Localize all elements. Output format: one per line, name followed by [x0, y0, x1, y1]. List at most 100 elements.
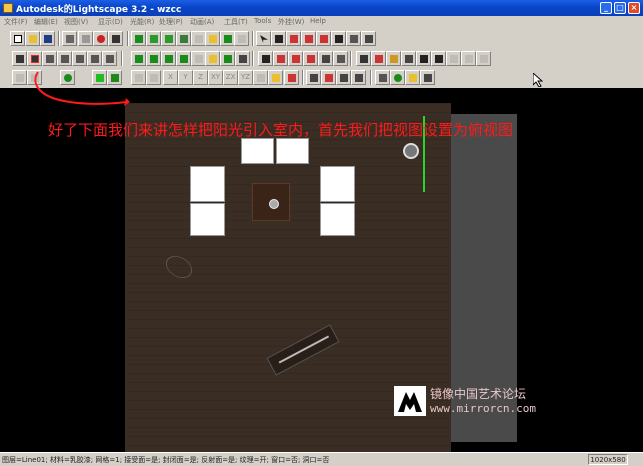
axis-x-button[interactable]: X: [163, 70, 178, 85]
wire-green-button[interactable]: [131, 51, 146, 66]
move-button[interactable]: [131, 70, 146, 85]
select-button[interactable]: [256, 31, 271, 46]
lamp-tool-button[interactable]: [420, 70, 435, 85]
layer-button[interactable]: [131, 31, 146, 46]
menu-bar: 文件(F) 编辑(E) 视图(V) 显示(D) 光能(R) 处理(P) 动画(A…: [0, 16, 643, 28]
material-button[interactable]: [146, 31, 161, 46]
menu-tools-en[interactable]: Tools: [254, 17, 271, 25]
plane-xy-button[interactable]: XY: [208, 70, 223, 85]
zoom-mark-button[interactable]: [333, 51, 348, 66]
view-perspective-button[interactable]: [12, 51, 27, 66]
plane-zx-button[interactable]: ZX: [223, 70, 238, 85]
disabled-a-button[interactable]: [234, 31, 249, 46]
menu-animation[interactable]: 动画(A): [190, 17, 214, 27]
menu-process[interactable]: 处理(P): [159, 17, 183, 27]
light-tool-button[interactable]: [321, 70, 336, 85]
pencil-button[interactable]: [176, 31, 191, 46]
mouse-cursor-icon: [533, 73, 543, 87]
plane-yz-button[interactable]: YZ: [238, 70, 253, 85]
view-top-button[interactable]: [27, 51, 42, 66]
view-left-button[interactable]: [72, 51, 87, 66]
view-button[interactable]: [220, 31, 235, 46]
view-back-button[interactable]: [102, 51, 117, 66]
status-bar: 图层=Line01; 材料=乳胶漆; 网格=1; 接受面=是; 封闭面=是; 反…: [0, 452, 643, 466]
zoom-lines-button[interactable]: [318, 51, 333, 66]
menu-display[interactable]: 显示(D): [98, 17, 123, 27]
app-icon: [3, 3, 13, 13]
red-arrow-annotation: [34, 71, 130, 106]
maximize-button[interactable]: □: [614, 2, 626, 14]
tool-y-button[interactable]: [386, 51, 401, 66]
select-mode-button[interactable]: [316, 31, 331, 46]
new-file-button[interactable]: [10, 31, 25, 46]
tool-remove-button[interactable]: [431, 51, 446, 66]
layers-tool-button[interactable]: [375, 70, 390, 85]
zoom-region-button[interactable]: [303, 51, 318, 66]
cut-button[interactable]: [62, 31, 77, 46]
menu-help[interactable]: Help: [310, 17, 326, 25]
tool-add-button[interactable]: [416, 51, 431, 66]
menu-tools[interactable]: 工具(T): [224, 17, 248, 27]
deselect-button[interactable]: [346, 31, 361, 46]
map-button[interactable]: [405, 70, 420, 85]
context-help-button[interactable]: [108, 31, 123, 46]
menu-file[interactable]: 文件(F): [4, 17, 28, 27]
render-button[interactable]: [220, 51, 235, 66]
wire-green3-button[interactable]: [161, 51, 176, 66]
disabled-c-button[interactable]: [446, 51, 461, 66]
menu-radiosity[interactable]: 光能(R): [130, 17, 154, 27]
eyedropper-button[interactable]: [284, 70, 299, 85]
disabled-b-button[interactable]: [191, 51, 206, 66]
save-button[interactable]: [40, 31, 55, 46]
window-title: Autodesk的Lightscape 3.2 - wzcc: [16, 5, 182, 15]
select-all-button[interactable]: [331, 31, 346, 46]
minimize-button[interactable]: _: [600, 2, 612, 14]
disabled-d-button[interactable]: [461, 51, 476, 66]
wire-green2-button[interactable]: [146, 51, 161, 66]
select-plus-button[interactable]: [271, 31, 286, 46]
block-button[interactable]: [161, 31, 176, 46]
paint-button[interactable]: [268, 70, 283, 85]
menu-plugins[interactable]: 外挂(W): [278, 17, 304, 27]
window-panel-3: [190, 166, 225, 202]
select-window-button[interactable]: [286, 31, 301, 46]
snap-button[interactable]: [253, 70, 268, 85]
view-front-button[interactable]: [42, 51, 57, 66]
tool-x-button[interactable]: [356, 51, 371, 66]
view-right-button[interactable]: [87, 51, 102, 66]
select-region-button[interactable]: [301, 31, 316, 46]
tutorial-overlay-text: 好了下面我们来讲怎样把阳光引入室内，首先我们把视图设置为俯视图: [48, 121, 514, 139]
pointer-red-button[interactable]: [273, 51, 288, 66]
tool-z-button[interactable]: [401, 51, 416, 66]
zoom-window-button[interactable]: [288, 51, 303, 66]
close-button[interactable]: ×: [628, 2, 640, 14]
open-button[interactable]: [25, 31, 40, 46]
camera-tool-button[interactable]: [351, 70, 366, 85]
rotate-button[interactable]: [146, 70, 161, 85]
layer-off-button[interactable]: [191, 31, 206, 46]
3d-viewport[interactable]: 好了下面我们来讲怎样把阳光引入室内，首先我们把视图设置为俯视图 镜像中国艺术论坛…: [0, 88, 643, 452]
lamp-fixture-icon: [403, 143, 419, 159]
disabled-e-button[interactable]: [476, 51, 491, 66]
menu-edit[interactable]: 编辑(E): [34, 17, 58, 27]
wire-green4-button[interactable]: [176, 51, 191, 66]
tool-red-button[interactable]: [371, 51, 386, 66]
view-side-button[interactable]: [57, 51, 72, 66]
properties-button[interactable]: [361, 31, 376, 46]
walk-tool-button[interactable]: [336, 70, 351, 85]
table-lamp-icon: [269, 199, 279, 209]
shaded-button[interactable]: [205, 51, 220, 66]
window-panel-6: [320, 203, 355, 236]
menu-view[interactable]: 视图(V): [64, 17, 88, 27]
texture-button[interactable]: [235, 51, 250, 66]
print-button[interactable]: [78, 31, 93, 46]
axis-y-button[interactable]: Y: [178, 70, 193, 85]
help-button[interactable]: [93, 31, 108, 46]
globe-button[interactable]: [390, 70, 405, 85]
axis-z-button[interactable]: Z: [193, 70, 208, 85]
pointer-button[interactable]: [258, 51, 273, 66]
window-panel-5: [320, 166, 355, 202]
sun-tool-button[interactable]: [306, 70, 321, 85]
vertex-button[interactable]: [12, 70, 27, 85]
light-button[interactable]: [205, 31, 220, 46]
